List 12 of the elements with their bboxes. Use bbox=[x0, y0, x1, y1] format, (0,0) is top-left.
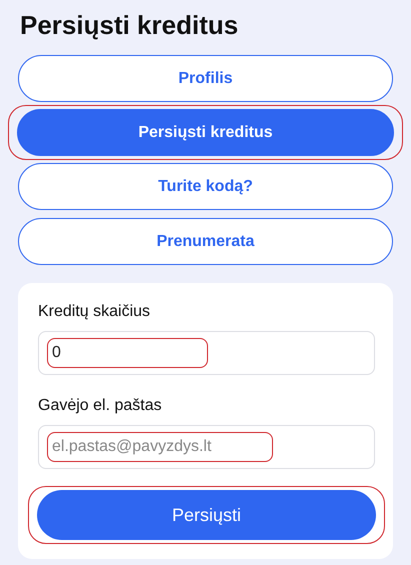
tab-button[interactable]: Persiųsti kreditus bbox=[17, 109, 394, 156]
input-field[interactable]: 0 bbox=[38, 331, 375, 375]
field-text[interactable]: 0 bbox=[47, 338, 208, 368]
page-title: Persiųsti kreditus bbox=[20, 10, 240, 41]
tab-button[interactable]: Turite kodą? bbox=[18, 163, 393, 210]
tab-button[interactable]: Prenumerata bbox=[18, 218, 393, 265]
field-label: Gavėjo el. paštas bbox=[38, 397, 163, 415]
field-text[interactable]: el.pastas@pavyzdys.lt bbox=[47, 432, 273, 462]
tab-button[interactable]: Profilis bbox=[18, 55, 393, 102]
field-label: Kreditų skaičius bbox=[38, 303, 152, 321]
input-field[interactable]: el.pastas@pavyzdys.lt bbox=[38, 425, 375, 469]
submit-button[interactable]: Persiųsti bbox=[37, 490, 376, 540]
